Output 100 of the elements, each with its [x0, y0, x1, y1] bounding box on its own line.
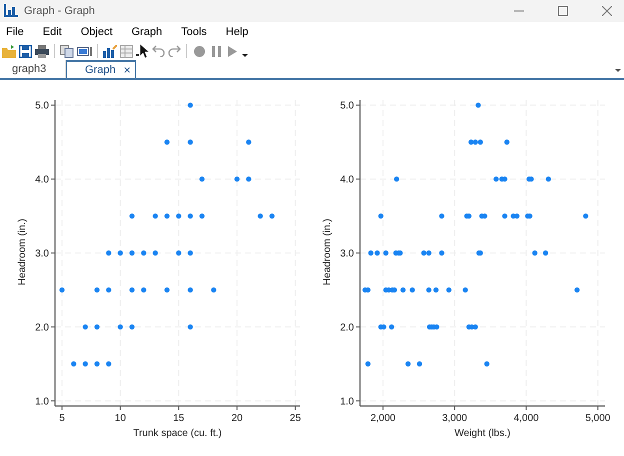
tick-label: 25 [290, 413, 301, 424]
axis-title: Headroom (in.) [17, 218, 28, 286]
tick-label: 4.0 [340, 174, 354, 186]
data-point [532, 250, 538, 256]
tick-label: 2,000 [370, 413, 396, 424]
data-point [82, 361, 88, 366]
tick-label: 5,000 [585, 413, 610, 424]
redo-icon[interactable] [168, 45, 181, 58]
data-point [141, 287, 146, 293]
window-icon[interactable] [77, 44, 92, 58]
data-point [129, 213, 135, 219]
data-point [388, 324, 394, 330]
print-icon[interactable] [35, 44, 49, 58]
folder-icon[interactable] [2, 44, 16, 58]
data-point [394, 176, 400, 182]
data-point [246, 176, 252, 182]
data-point [188, 287, 193, 293]
data-point [82, 324, 88, 330]
data-point [94, 361, 100, 366]
tick-label: 3,000 [442, 413, 468, 424]
data-point [383, 250, 388, 256]
pointer-icon[interactable] [136, 44, 149, 59]
data-point [188, 102, 193, 108]
close-tab-button[interactable]: × [124, 64, 131, 76]
tick-label: 10 [114, 413, 126, 424]
data-point [405, 361, 411, 366]
data-point [164, 213, 170, 219]
tick-label: 1.0 [35, 396, 49, 408]
data-point [94, 324, 100, 330]
caret-icon[interactable] [615, 69, 621, 72]
pause-icon[interactable] [212, 46, 221, 57]
record-icon[interactable] [194, 46, 205, 57]
data-point [504, 140, 510, 145]
data-point [152, 213, 158, 219]
tick-label: 4,000 [514, 413, 539, 424]
menu-item[interactable]: Object [80, 24, 112, 41]
axis-title: Weight (lbs.) [454, 428, 510, 440]
data-point [164, 140, 170, 145]
data-point [583, 213, 588, 219]
menu-item[interactable]: File [6, 24, 24, 41]
caret-icon[interactable] [242, 54, 248, 57]
data-point [502, 213, 508, 219]
data-point [71, 361, 76, 366]
data-point [106, 287, 112, 293]
data-point [246, 140, 252, 145]
data-point [118, 324, 123, 330]
data-point [433, 287, 439, 293]
data-point [106, 361, 112, 366]
tab[interactable]: Graph × [66, 60, 136, 78]
maximize-icon[interactable] [558, 6, 568, 16]
data-point [199, 213, 205, 219]
data-point [59, 287, 65, 293]
data-point [106, 250, 112, 256]
play-icon[interactable] [228, 46, 237, 57]
data-point [542, 250, 548, 256]
data-point [426, 287, 432, 293]
app-icon [4, 4, 18, 18]
data-point [234, 176, 240, 182]
tick-label: 1.0 [340, 396, 354, 408]
close-icon[interactable] [602, 6, 612, 16]
data-point [410, 287, 415, 293]
data-point [378, 213, 384, 219]
data-point [94, 287, 100, 293]
data-point [462, 287, 468, 293]
tick-label: 20 [231, 413, 243, 424]
tick-label: 4.0 [35, 174, 49, 186]
data-point [439, 213, 444, 219]
data-point [164, 287, 170, 293]
tick-label: 2.0 [340, 322, 354, 334]
copy-icon[interactable] [60, 44, 74, 58]
menu-item[interactable]: Edit [42, 24, 62, 41]
data-point [446, 287, 452, 293]
tick-label: 5.0 [35, 100, 49, 112]
tick-label: 5 [59, 413, 65, 424]
data-point [141, 250, 146, 256]
data-point [476, 102, 481, 108]
menu-item[interactable]: Help [226, 24, 248, 41]
data-point [439, 250, 444, 256]
tick-label: 5.0 [340, 100, 354, 112]
tick-label: 2.0 [35, 322, 49, 334]
data-point [188, 250, 193, 256]
data-point [416, 361, 422, 366]
save-icon[interactable] [19, 44, 32, 58]
menu-item[interactable]: Tools [181, 24, 207, 41]
data-point [129, 250, 135, 256]
window-title: Graph - Graph [24, 4, 95, 19]
data-point [129, 287, 135, 293]
menu-item[interactable]: Graph [132, 24, 162, 41]
axis-title: Headroom (in.) [322, 218, 333, 286]
data-point [199, 176, 205, 182]
data-point [188, 324, 193, 330]
data-point [211, 287, 216, 293]
data-point [176, 250, 182, 256]
data-point [188, 140, 193, 145]
data-point [484, 361, 490, 366]
data-point [546, 176, 552, 182]
data-point [400, 287, 406, 293]
data-point [129, 324, 135, 330]
axis-title: Trunk space (cu. ft.) [133, 428, 222, 440]
bar-chart-icon[interactable] [103, 44, 117, 58]
